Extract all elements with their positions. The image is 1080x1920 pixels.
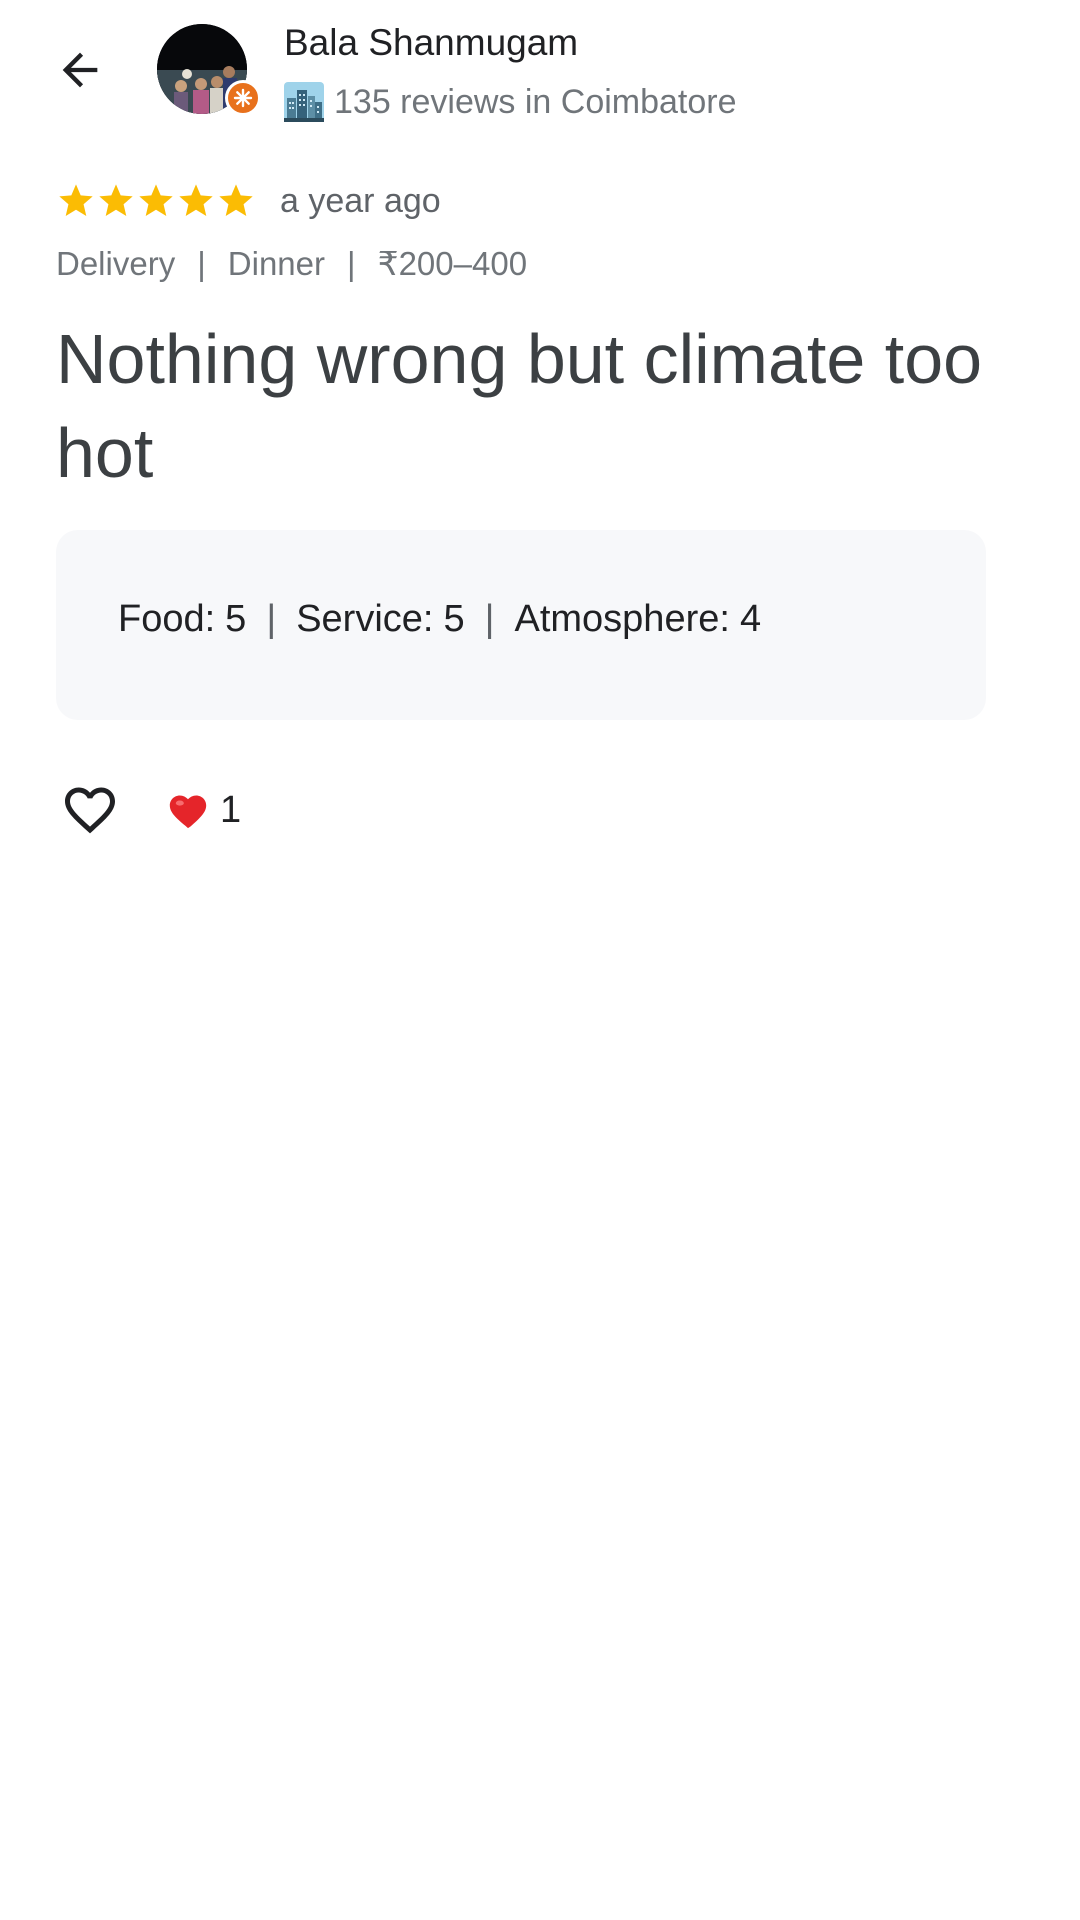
reaction-count-value: 1 xyxy=(220,788,242,831)
subrating-service-value: 5 xyxy=(443,598,465,640)
review-tags: Delivery | Dinner | ₹200–400 xyxy=(56,244,527,283)
tag-meal-type: Dinner xyxy=(227,244,325,282)
star-icon xyxy=(139,184,173,216)
star-icon xyxy=(99,184,133,216)
arrow-left-icon xyxy=(62,52,98,88)
tag-price-range: ₹200–400 xyxy=(377,245,528,282)
red-heart-icon xyxy=(169,795,207,829)
tag-divider: | xyxy=(197,244,206,282)
star-icon xyxy=(179,184,213,216)
star-rating xyxy=(56,181,256,221)
review-text: Nothing wrong but climate too hot xyxy=(56,320,983,492)
like-button[interactable] xyxy=(52,775,128,845)
subrating-service-label: Service: xyxy=(296,598,434,640)
cityscape-icon xyxy=(284,82,324,122)
star-icon xyxy=(59,184,93,216)
rating-row: a year ago xyxy=(56,176,441,226)
subratings-row: Food: 5 | Service: 5 | Atmosphere: 4 xyxy=(118,598,761,641)
back-button[interactable] xyxy=(44,34,116,106)
star-icon xyxy=(219,184,253,216)
reviewer-stats[interactable]: 135 reviews in Coimbatore xyxy=(284,80,737,124)
review-time: a year ago xyxy=(280,181,441,220)
subrating-atmosphere-label: Atmosphere: xyxy=(514,598,730,640)
subrating-food-label: Food: xyxy=(118,598,216,640)
local-guide-badge-icon xyxy=(225,80,261,116)
tag-service-type: Delivery xyxy=(56,244,176,282)
subrating-divider: | xyxy=(484,598,495,640)
subrating-food-value: 5 xyxy=(225,598,247,640)
heart-outline-icon xyxy=(65,787,115,834)
reaction-count[interactable]: 1 xyxy=(166,785,241,835)
review-header: Bala Shanmugam 135 reviews in Coimbatore xyxy=(0,0,1080,130)
subrating-divider: | xyxy=(266,598,277,640)
subrating-atmosphere-value: 4 xyxy=(739,598,762,640)
reviews-summary: 135 reviews in Coimbatore xyxy=(334,82,737,121)
user-name[interactable]: Bala Shanmugam xyxy=(284,22,578,64)
subratings-card: Food: 5 | Service: 5 | Atmosphere: 4 xyxy=(56,530,986,720)
tag-divider: | xyxy=(347,244,356,282)
